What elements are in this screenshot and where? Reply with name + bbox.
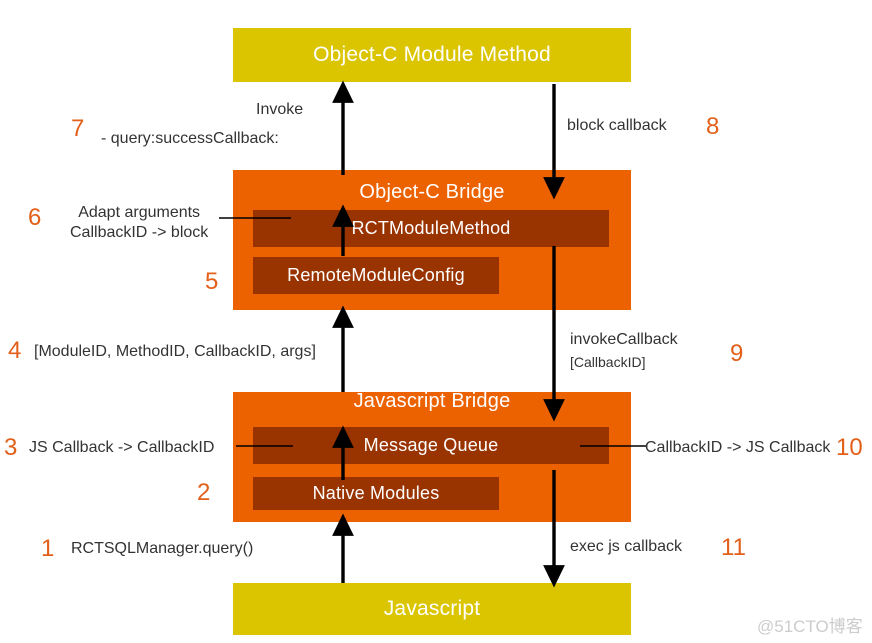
watermark: @51CTO博客 bbox=[757, 617, 863, 636]
box-native-modules-label: Native Modules bbox=[312, 483, 440, 503]
step-number-9: 9 bbox=[730, 340, 744, 367]
box-rct-module-method-label: RCTModuleMethod bbox=[351, 218, 511, 238]
note-invoke-callback: invokeCallback bbox=[570, 331, 678, 348]
diagram-canvas: Object-C Module Method Object-C Bridge R… bbox=[0, 0, 872, 643]
box-remote-module-config-label: RemoteModuleConfig bbox=[287, 265, 465, 285]
note-block-callback: block callback bbox=[567, 117, 667, 134]
layer-javascript: Javascript bbox=[233, 583, 631, 635]
box-message-queue-label: Message Queue bbox=[363, 435, 499, 455]
layer-javascript-bridge: Javascript Bridge Message Queue Native M… bbox=[233, 390, 631, 522]
layer-objectc-bridge-label: Object-C Bridge bbox=[359, 181, 505, 203]
note-invoke: Invoke bbox=[256, 101, 304, 118]
step-number-1: 1 bbox=[41, 535, 55, 562]
note-query-success-callback: - query:successCallback: bbox=[101, 130, 279, 147]
note-adapt-arguments-line2: CallbackID -> block bbox=[70, 224, 209, 241]
step-number-2: 2 bbox=[197, 479, 211, 506]
note-adapt-arguments-line1: Adapt arguments bbox=[78, 204, 201, 221]
note-callbackid-bracket: [CallbackID] bbox=[570, 354, 646, 370]
note-js-callback-to-id: JS Callback -> CallbackID bbox=[29, 439, 215, 456]
layer-objectc-module-method: Object-C Module Method bbox=[233, 28, 631, 82]
note-id-to-js-callback: CallbackID -> JS Callback bbox=[645, 439, 831, 456]
step-number-6: 6 bbox=[28, 204, 42, 231]
note-exec-js-callback: exec js callback bbox=[570, 538, 683, 555]
step-number-10: 10 bbox=[836, 434, 863, 461]
step-number-7: 7 bbox=[71, 115, 85, 142]
step-number-4: 4 bbox=[8, 337, 22, 364]
note-module-ids: [ModuleID, MethodID, CallbackID, args] bbox=[34, 343, 316, 360]
step-number-5: 5 bbox=[205, 268, 219, 295]
step-number-8: 8 bbox=[706, 113, 720, 140]
step-number-3: 3 bbox=[4, 434, 18, 461]
box-native-modules: Native Modules bbox=[253, 477, 499, 510]
box-remote-module-config: RemoteModuleConfig bbox=[253, 257, 499, 294]
note-adapt-arguments: Adapt arguments CallbackID -> block bbox=[70, 203, 208, 243]
layer-javascript-bridge-label: Javascript Bridge bbox=[353, 390, 511, 412]
step-number-11: 11 bbox=[721, 534, 746, 561]
layer-javascript-label: Javascript bbox=[383, 597, 481, 620]
note-rctsqlmanager-query: RCTSQLManager.query() bbox=[71, 540, 254, 557]
box-rct-module-method: RCTModuleMethod bbox=[253, 210, 609, 247]
layer-objectc-module-method-label: Object-C Module Method bbox=[313, 43, 551, 66]
box-message-queue: Message Queue bbox=[253, 427, 609, 464]
layer-objectc-bridge: Object-C Bridge RCTModuleMethod RemoteMo… bbox=[233, 170, 631, 310]
